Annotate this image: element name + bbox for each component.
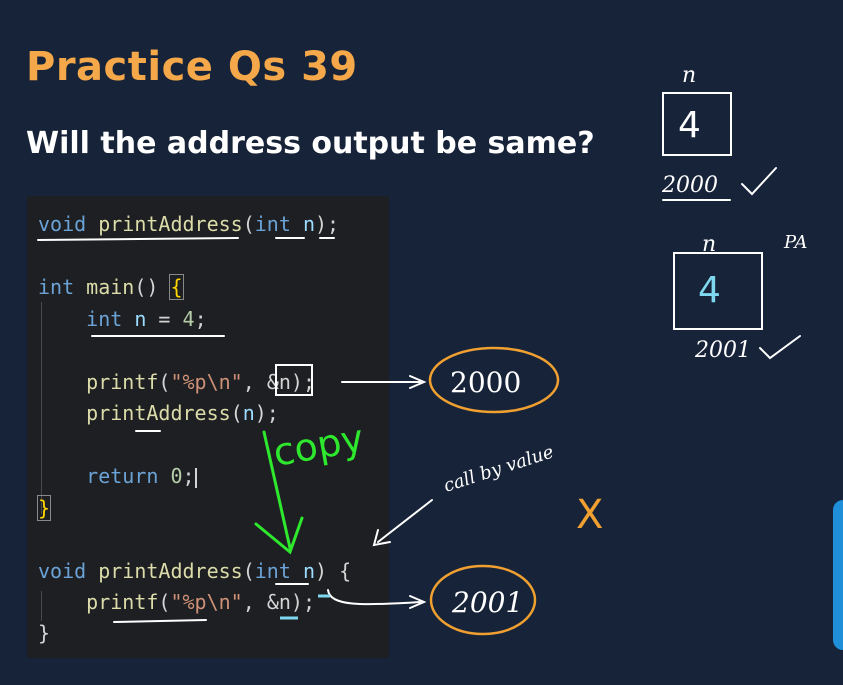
value-4-bottom: 4 xyxy=(698,270,721,311)
label-copy: copy xyxy=(270,416,367,475)
label-n-top: n xyxy=(682,63,696,88)
side-decoration xyxy=(833,500,843,650)
label-call-by-value: call by value xyxy=(441,441,556,496)
arrow-call-by-value xyxy=(377,499,433,543)
underline-declaration xyxy=(37,237,239,241)
underline-printf xyxy=(113,619,207,623)
value-4-top: 4 xyxy=(678,105,701,146)
arrow-to-2001 xyxy=(327,589,421,606)
label-pa: PA xyxy=(783,232,807,253)
label-n-bottom: n xyxy=(702,232,716,257)
output-2000: 2000 xyxy=(450,366,521,399)
cross-mark: X xyxy=(576,492,603,538)
output-2001: 2001 xyxy=(451,586,523,619)
check-top xyxy=(741,167,777,196)
check-bottom xyxy=(759,335,801,360)
ink-annotations: n 4 2000 n PA 2001 call by value 4 2000 … xyxy=(37,63,807,636)
box-address-of-n xyxy=(275,364,313,396)
address-2000-top: 2000 xyxy=(661,173,718,198)
address-2001-bottom: 2001 xyxy=(694,338,751,363)
